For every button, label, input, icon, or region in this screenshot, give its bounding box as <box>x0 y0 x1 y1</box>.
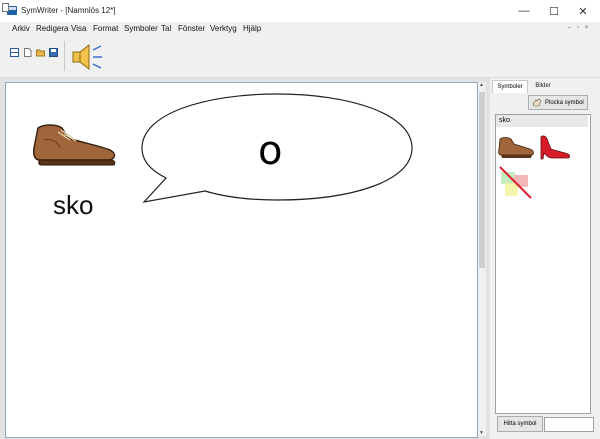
menu-symboler[interactable]: Symboler <box>124 24 158 33</box>
document-menu-icon[interactable] <box>2 3 9 12</box>
new-document-icon[interactable] <box>23 48 32 57</box>
pick-symbol-button[interactable]: Plocka symbol <box>528 95 588 110</box>
pick-symbol-label: Plocka symbol <box>545 99 584 106</box>
tab-symboler[interactable]: Symboler <box>492 80 528 93</box>
toolbar-separator <box>64 41 65 71</box>
menu-arkiv[interactable]: Arkiv <box>12 24 30 33</box>
no-symbol-icon[interactable] <box>499 166 533 200</box>
canvas-vertical-scrollbar[interactable]: ▲ ▼ <box>478 82 486 436</box>
red-high-heel-icon[interactable] <box>538 133 572 161</box>
menu-format[interactable]: Format <box>93 24 118 33</box>
maximize-button[interactable]: ☐ <box>539 0 569 22</box>
find-symbol-input[interactable] <box>544 417 594 432</box>
save-icon[interactable] <box>49 48 58 57</box>
open-folder-icon[interactable] <box>36 48 45 57</box>
menu-bar <box>0 22 600 35</box>
window-title: SymWriter - [Namnlös 12*] <box>21 6 116 15</box>
find-symbol-button[interactable]: Hitta symbol <box>497 416 543 432</box>
menu-fonster[interactable]: Fönster <box>178 24 205 33</box>
speech-bubble-text[interactable]: o <box>258 128 282 174</box>
symbol-word-label[interactable]: sko <box>53 190 93 221</box>
hand-pick-icon <box>532 98 542 107</box>
menu-hjalp[interactable]: Hjälp <box>243 24 261 33</box>
close-button[interactable]: ✕ <box>568 0 598 22</box>
scrollbar-thumb[interactable] <box>479 92 485 268</box>
menu-redigera[interactable]: Redigera <box>36 24 68 33</box>
speaker-icon[interactable] <box>70 42 104 72</box>
minimize-button[interactable]: — <box>509 0 539 22</box>
scroll-down-arrow-icon[interactable]: ▼ <box>479 430 484 436</box>
menu-verktyg[interactable]: Verktyg <box>210 24 237 33</box>
symbol-search-word: sko <box>496 115 588 127</box>
menu-tal[interactable]: Tal <box>161 24 171 33</box>
shoe-symbol[interactable] <box>30 118 118 170</box>
tab-bilder[interactable]: Bilder <box>530 80 556 92</box>
mdi-window-controls[interactable]: – ▫ × <box>568 25 590 31</box>
scroll-up-arrow-icon[interactable]: ▲ <box>479 82 484 88</box>
menu-visa[interactable]: Visa <box>71 24 86 33</box>
split-view-icon[interactable] <box>10 48 19 57</box>
brown-shoe-icon[interactable] <box>497 134 535 160</box>
